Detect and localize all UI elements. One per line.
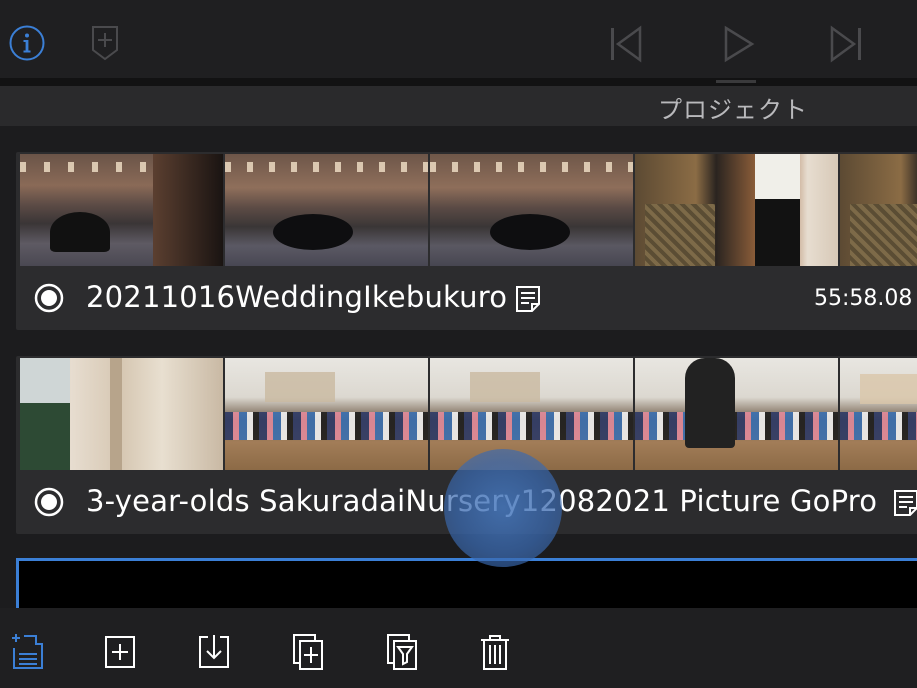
add-clip-button[interactable]	[88, 24, 122, 62]
thumbnail-strip	[20, 154, 917, 266]
radio-button-icon[interactable]	[34, 283, 64, 313]
app-window: プロジェクト 20211016WeddingIkebukuro 55:58.08…	[0, 0, 917, 688]
info-icon	[9, 25, 45, 61]
skip-back-button[interactable]	[606, 24, 646, 64]
thumbnail	[20, 358, 223, 470]
add-clip-icon	[92, 26, 118, 61]
project-info-row: 20211016WeddingIkebukuro 55:58.08	[16, 266, 917, 330]
thumbnail	[840, 154, 917, 266]
add-icon[interactable]	[103, 632, 137, 672]
new-project-icon[interactable]	[10, 632, 44, 672]
thumbnail	[225, 154, 428, 266]
bottom-toolbar	[0, 608, 917, 688]
duplicate-icon[interactable]	[291, 632, 325, 672]
tab-indicator	[716, 80, 756, 83]
top-toolbar	[0, 0, 917, 86]
info-button[interactable]	[8, 24, 46, 62]
play-button[interactable]	[718, 24, 758, 64]
thumbnail	[840, 358, 917, 470]
play-icon	[724, 25, 755, 63]
skip-forward-icon	[830, 25, 861, 63]
thumbnail	[430, 358, 633, 470]
import-icon[interactable]	[197, 632, 231, 672]
note-icon[interactable]	[514, 284, 542, 314]
skip-forward-button[interactable]	[826, 24, 866, 64]
filter-icon[interactable]	[385, 632, 419, 672]
project-title: 20211016WeddingIkebukuro	[86, 280, 508, 314]
thumbnail	[20, 154, 223, 266]
thumbnail	[225, 358, 428, 470]
project-card[interactable]: 20211016WeddingIkebukuro 55:58.08	[16, 152, 917, 330]
thumbnail-strip	[20, 358, 917, 470]
toolbar-divider	[0, 78, 917, 86]
thumbnail	[635, 154, 838, 266]
tab-projects[interactable]: プロジェクト	[658, 90, 808, 125]
note-icon[interactable]	[892, 488, 917, 518]
trash-icon[interactable]	[478, 632, 512, 672]
thumbnail	[430, 154, 633, 266]
thumbnail	[635, 358, 838, 470]
radio-button-icon[interactable]	[34, 487, 64, 517]
project-duration: 55:58.08	[814, 286, 913, 311]
touch-indicator	[444, 449, 562, 567]
skip-back-icon	[611, 25, 642, 63]
